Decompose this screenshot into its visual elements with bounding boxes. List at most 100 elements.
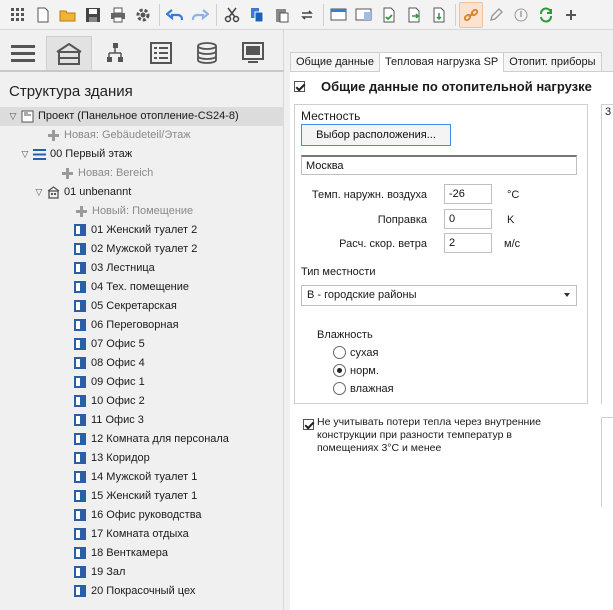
print-icon[interactable] <box>106 2 130 28</box>
building-tree: ▽ Проект (Панельное отопление-CS24-8) Нова… <box>0 107 284 601</box>
document-export-icon[interactable] <box>402 2 426 28</box>
humidity-option-normal: норм. <box>350 365 379 377</box>
paste-icon[interactable] <box>270 2 294 28</box>
right-side-group-label: 3 <box>605 106 612 118</box>
wind-speed-input[interactable]: 2 <box>444 233 492 253</box>
add-plus-icon <box>75 205 88 218</box>
document-import-icon[interactable] <box>427 2 451 28</box>
cut-icon[interactable] <box>220 2 244 28</box>
humidity-option-humid: влажная <box>350 383 394 395</box>
tree-room-item[interactable]: 02 Мужской туалет 2 <box>0 240 284 259</box>
humidity-radio-normal[interactable] <box>333 364 346 377</box>
save-icon[interactable] <box>81 2 105 28</box>
undo-icon[interactable] <box>163 2 187 28</box>
edit-pencil-icon[interactable] <box>484 2 508 28</box>
tree-room-item[interactable]: 16 Офис руководства <box>0 506 284 525</box>
room-icon <box>74 338 87 351</box>
refresh-icon[interactable] <box>295 2 319 28</box>
room-icon <box>74 414 87 427</box>
tree-item-label: 08 Офис 4 <box>91 357 145 369</box>
add-plus-icon <box>47 129 60 142</box>
grid-icon[interactable] <box>6 2 30 28</box>
room-icon <box>74 471 87 484</box>
tree-new-item[interactable]: Новая: Bereich <box>0 164 284 183</box>
tree-room-item[interactable]: 18 Венткамера <box>0 544 284 563</box>
settings-gear-icon[interactable] <box>131 2 155 28</box>
humidity-radio-dry[interactable] <box>333 346 346 359</box>
tree-area-item[interactable]: ▽ 01 unbenannt <box>0 183 284 202</box>
terrain-type-label: Тип местности <box>301 266 376 278</box>
document-check-icon[interactable] <box>377 2 401 28</box>
section-enable-checkbox[interactable] <box>294 80 305 92</box>
building-icon[interactable] <box>46 36 92 70</box>
project-icon <box>21 110 34 123</box>
info-icon[interactable] <box>509 2 533 28</box>
humidity-radio-humid[interactable] <box>333 382 346 395</box>
tree-expand-toggle-icon[interactable]: ▽ <box>8 107 18 126</box>
tree-item-label: Новая: Gebäudeteil/Этаж <box>64 129 191 141</box>
tree-room-item[interactable]: 10 Офис 2 <box>0 392 284 411</box>
room-icon <box>74 433 87 446</box>
ignore-internal-loss-checkbox[interactable] <box>303 419 314 430</box>
tree-room-item[interactable]: 05 Секретарская <box>0 297 284 316</box>
heat-load-tab-content: Общие данные по отопительной нагрузке Ме… <box>290 71 613 610</box>
tree-room-item[interactable]: 07 Офис 5 <box>0 335 284 354</box>
tree-room-item[interactable]: 20 Покрасочный цех <box>0 582 284 601</box>
room-icon <box>74 224 87 237</box>
section-title: Общие данные по отопительной нагрузке <box>321 79 592 94</box>
tree-item-label: 18 Венткамера <box>91 547 168 559</box>
tree-room-item[interactable]: 08 Офис 4 <box>0 354 284 373</box>
sync-icon[interactable] <box>534 2 558 28</box>
tree-room-item[interactable]: 06 Переговорная <box>0 316 284 335</box>
tree-room-item[interactable]: 09 Офис 1 <box>0 373 284 392</box>
tree-new-item[interactable]: Новый: Помещение <box>0 202 284 221</box>
room-icon <box>74 395 87 408</box>
right-side-group-edge-2 <box>601 417 613 507</box>
room-icon <box>74 566 87 579</box>
open-folder-icon[interactable] <box>56 2 80 28</box>
tab-heat-load-sp[interactable]: Тепловая нагрузка SP <box>378 52 505 72</box>
database-icon[interactable] <box>184 36 230 70</box>
network-icon[interactable] <box>92 36 138 70</box>
tree-room-item[interactable]: 03 Лестница <box>0 259 284 278</box>
tab-heating-devices[interactable]: Отопит. приборы <box>503 52 602 71</box>
tree-room-item[interactable]: 14 Мужской туалет 1 <box>0 468 284 487</box>
tab-general-data[interactable]: Общие данные <box>290 52 380 71</box>
city-field[interactable]: Москва <box>301 155 577 175</box>
tree-room-item[interactable]: 11 Офис 3 <box>0 411 284 430</box>
choose-location-button[interactable]: Выбор расположения... <box>301 124 451 146</box>
tree-room-item[interactable]: 12 Комната для персонала <box>0 430 284 449</box>
correction-input[interactable]: 0 <box>444 209 492 229</box>
list-icon[interactable] <box>138 36 184 70</box>
outdoor-temp-input[interactable]: -26 <box>444 184 492 204</box>
tree-new-item[interactable]: Новая: Gebäudeteil/Этаж <box>0 126 284 145</box>
copy-icon[interactable] <box>245 2 269 28</box>
window-right-icon[interactable] <box>352 2 376 28</box>
tree-item-label: Проект (Панельное отопление-CS24-8) <box>38 110 239 122</box>
new-document-icon[interactable] <box>31 2 55 28</box>
tree-item-label: 05 Секретарская <box>91 300 177 312</box>
left-tabs-divider <box>0 70 284 72</box>
terrain-type-select[interactable]: В - городские районы <box>301 285 577 306</box>
tree-room-item[interactable]: 04 Тех. помещение <box>0 278 284 297</box>
tree-room-item[interactable]: 19 Зал <box>0 563 284 582</box>
tree-expand-toggle-icon[interactable]: ▽ <box>20 145 30 164</box>
tree-floor-item[interactable]: ▽ 00 Первый этаж <box>0 145 284 164</box>
tree-room-item[interactable]: 01 Женский туалет 2 <box>0 221 284 240</box>
menu-icon[interactable] <box>0 36 46 70</box>
tree-item-label: 17 Комната отдыха <box>91 528 189 540</box>
window-left-icon[interactable] <box>327 2 351 28</box>
tree-room-item[interactable]: 13 Коридор <box>0 449 284 468</box>
tree-room-item[interactable]: 15 Женский туалет 1 <box>0 487 284 506</box>
screen-icon[interactable] <box>230 36 276 70</box>
tree-item-label: 04 Тех. помещение <box>91 281 190 293</box>
redo-icon[interactable] <box>188 2 212 28</box>
room-icon <box>74 262 87 275</box>
tree-expand-toggle-icon[interactable]: ▽ <box>34 183 44 202</box>
building-structure-panel: Структура здания ▽ Проект (Панельное отоп… <box>0 30 284 610</box>
tree-room-item[interactable]: 17 Комната отдыха <box>0 525 284 544</box>
room-icon <box>74 300 87 313</box>
tree-project-item[interactable]: ▽ Проект (Панельное отопление-CS24-8) <box>0 107 284 126</box>
link-icon[interactable] <box>459 1 483 28</box>
plus-icon[interactable] <box>559 2 583 28</box>
